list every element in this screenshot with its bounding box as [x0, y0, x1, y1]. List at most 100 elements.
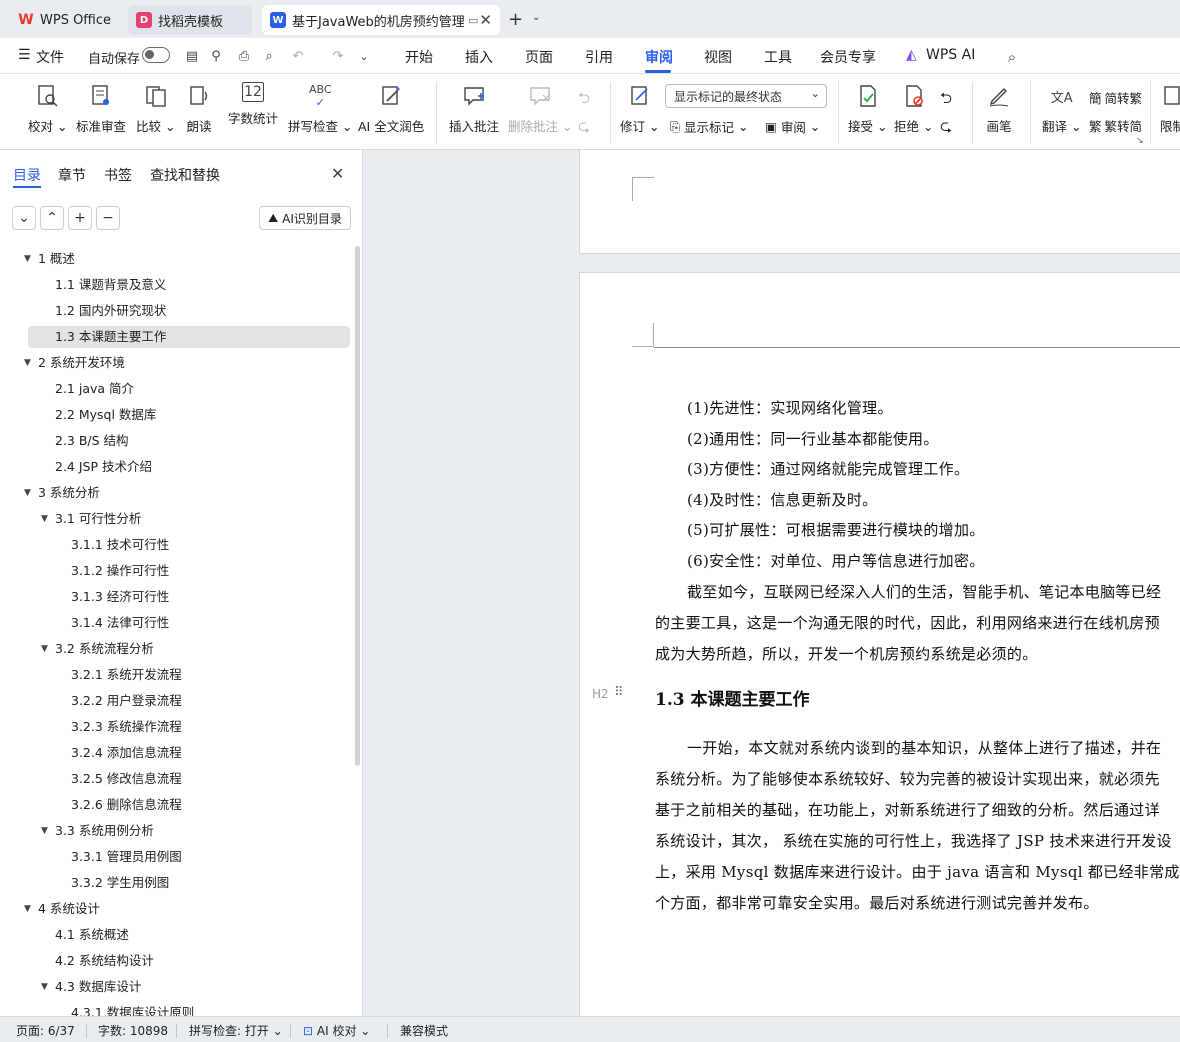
- ribbon-expand-icon[interactable]: ↘: [1136, 136, 1144, 146]
- toc-item[interactable]: 2 系统开发环境: [38, 352, 125, 374]
- accept-button[interactable]: 接受 ⌄: [848, 82, 887, 135]
- current-page[interactable]: (1)先进性：实现网络化管理。 (2)通用性：同一行业基本都能使用。 (3)方便性：…: [579, 272, 1180, 1016]
- next-change-icon[interactable]: ⮎: [940, 116, 952, 141]
- toc-item[interactable]: 3.2.2 用户登录流程: [71, 690, 182, 712]
- toc-item[interactable]: 3.1.2 操作可行性: [71, 560, 169, 582]
- collapse-arrow-icon[interactable]: ▼: [41, 976, 48, 998]
- new-tab-icon[interactable]: +: [508, 9, 523, 30]
- autosave-toggle[interactable]: [142, 47, 170, 63]
- collapse-arrow-icon[interactable]: ▼: [41, 508, 48, 530]
- translate-button[interactable]: 文A 翻译 ⌄: [1042, 82, 1081, 135]
- menu-references[interactable]: 引用: [585, 47, 613, 67]
- tab-toc[interactable]: 目录: [13, 165, 41, 185]
- previous-comment-icon[interactable]: ⮌: [578, 88, 590, 113]
- toc-item[interactable]: 3.2 系统流程分析: [55, 638, 154, 660]
- page-indicator[interactable]: 页面: 6/37: [16, 1022, 75, 1039]
- toc-item[interactable]: 1.2 国内外研究现状: [55, 300, 166, 322]
- ai-toc-button[interactable]: ⛰ AI识别目录: [259, 206, 351, 230]
- toc-item[interactable]: 3.3.1 管理员用例图: [71, 846, 182, 868]
- print-preview-icon[interactable]: ⌕: [261, 49, 277, 65]
- collapse-arrow-icon[interactable]: ▼: [24, 482, 31, 504]
- toc-item[interactable]: 3.1.4 法律可行性: [71, 612, 169, 634]
- close-pane-icon[interactable]: ✕: [331, 164, 344, 183]
- toc-item[interactable]: 3.1 可行性分析: [55, 508, 141, 530]
- toc-item[interactable]: 3.1.1 技术可行性: [71, 534, 169, 556]
- collapse-arrow-icon[interactable]: ▼: [24, 898, 31, 920]
- share-icon[interactable]: ⚲: [208, 49, 224, 65]
- quick-access-dropdown-icon[interactable]: ⌄: [356, 49, 372, 65]
- toc-item[interactable]: 3.1.3 经济可行性: [71, 586, 169, 608]
- print-icon[interactable]: ⎙: [236, 49, 252, 65]
- word-count-status[interactable]: 字数: 10898: [98, 1022, 168, 1039]
- word-count-button[interactable]: 12 字数统计: [228, 82, 278, 127]
- toc-item[interactable]: 2.3 B/S 结构: [55, 430, 129, 452]
- compare-button[interactable]: 比较 ⌄: [136, 82, 175, 135]
- search-icon[interactable]: ⌕: [1004, 49, 1020, 65]
- toc-item[interactable]: 2.2 Mysql 数据库: [55, 404, 156, 426]
- save-icon[interactable]: ▤: [184, 49, 200, 65]
- menu-tools[interactable]: 工具: [764, 47, 792, 67]
- drag-handle-icon[interactable]: ⠿: [614, 685, 623, 700]
- remove-heading-icon[interactable]: −: [96, 206, 120, 230]
- review-pane-button[interactable]: ▣ 审阅 ⌄: [765, 117, 820, 136]
- toc-item[interactable]: 3.2.5 修改信息流程: [71, 768, 182, 790]
- toc-item[interactable]: 1.1 课题背景及意义: [55, 274, 166, 296]
- collapse-all-icon[interactable]: ⌃: [40, 206, 64, 230]
- spell-check-status[interactable]: 拼写检查: 打开 ⌄: [189, 1022, 283, 1039]
- menu-review[interactable]: 审阅: [645, 47, 673, 67]
- close-tab-icon[interactable]: ✕: [479, 11, 492, 29]
- menu-wps-ai[interactable]: WPS AI: [926, 47, 975, 63]
- toc-item[interactable]: 2.4 JSP 技术介绍: [55, 456, 152, 478]
- tab-bookmarks[interactable]: 书签: [104, 165, 132, 185]
- previous-change-icon[interactable]: ⮌: [940, 88, 952, 113]
- proofread-button[interactable]: 校对 ⌄: [28, 82, 67, 135]
- toc-item[interactable]: 3.2.6 删除信息流程: [71, 794, 182, 816]
- toc-item[interactable]: 4.1 系统概述: [55, 924, 129, 946]
- collapse-arrow-icon[interactable]: ▼: [24, 248, 31, 270]
- add-heading-icon[interactable]: +: [68, 206, 92, 230]
- simplified-to-traditional-button[interactable]: 簡 简转繁: [1089, 88, 1142, 107]
- menu-view[interactable]: 视图: [704, 47, 732, 67]
- redo-icon[interactable]: ↷: [330, 49, 346, 65]
- toc-item[interactable]: 1 概述: [38, 248, 75, 270]
- pen-button[interactable]: 画笔: [986, 82, 1012, 135]
- tab-current-document[interactable]: W 基于JavaWeb的机房预约管理 ▭ ✕: [262, 5, 500, 35]
- reject-button[interactable]: 拒绝 ⌄: [894, 82, 933, 135]
- toc-item[interactable]: 1.3 本课题主要工作: [28, 326, 350, 348]
- toc-item[interactable]: 2.1 java 简介: [55, 378, 134, 400]
- menu-file[interactable]: 文件: [36, 47, 64, 67]
- collapse-arrow-icon[interactable]: ▼: [41, 820, 48, 842]
- collapse-arrow-icon[interactable]: ▼: [41, 638, 48, 660]
- collapse-arrow-icon[interactable]: ▼: [24, 352, 31, 374]
- menu-membership[interactable]: 会员专享: [820, 47, 876, 67]
- ai-check-status[interactable]: ⊡ AI 校对 ⌄: [303, 1022, 370, 1039]
- tab-find-replace[interactable]: 查找和替换: [150, 165, 220, 185]
- toc-item[interactable]: 3.3 系统用例分析: [55, 820, 154, 842]
- toc-item[interactable]: 3.2.4 添加信息流程: [71, 742, 182, 764]
- delete-comment-button[interactable]: 删除批注 ⌄: [508, 82, 572, 135]
- toc-item[interactable]: 4.2 系统结构设计: [55, 950, 154, 972]
- toc-item[interactable]: 3.3.2 学生用例图: [71, 872, 169, 894]
- menu-insert[interactable]: 插入: [465, 47, 493, 67]
- next-comment-icon[interactable]: ⮎: [578, 116, 590, 141]
- tab-docer-templates[interactable]: D 找稻壳模板: [128, 5, 252, 35]
- show-markup-button[interactable]: ⎘ 显示标记 ⌄: [670, 117, 748, 136]
- toc-item[interactable]: 4.3 数据库设计: [55, 976, 141, 998]
- track-changes-button[interactable]: 修订 ⌄: [620, 82, 659, 135]
- ai-polish-button[interactable]: AI 全文润色: [358, 82, 424, 135]
- toc-item[interactable]: 3 系统分析: [38, 482, 100, 504]
- traditional-to-simplified-button[interactable]: 繁 繁转简: [1089, 116, 1142, 135]
- chevron-down-icon[interactable]: ⌄: [532, 12, 540, 23]
- toc-item[interactable]: 4.3.1 数据库设计原则: [71, 1002, 194, 1016]
- tab-chapters[interactable]: 章节: [58, 165, 86, 185]
- menu-home[interactable]: 开始: [405, 47, 433, 67]
- read-aloud-button[interactable]: 朗读: [186, 82, 212, 135]
- toc-item[interactable]: 4 系统设计: [38, 898, 100, 920]
- toc-scrollbar[interactable]: [355, 246, 360, 766]
- toc-item[interactable]: 3.2.3 系统操作流程: [71, 716, 182, 738]
- toc-item[interactable]: 3.2.1 系统开发流程: [71, 664, 182, 686]
- spell-check-button[interactable]: ABC ✓ 拼写检查 ⌄: [288, 82, 352, 135]
- expand-all-icon[interactable]: ⌄: [12, 206, 36, 230]
- menu-page[interactable]: 页面: [525, 47, 553, 67]
- insert-comment-button[interactable]: 插入批注: [449, 82, 499, 135]
